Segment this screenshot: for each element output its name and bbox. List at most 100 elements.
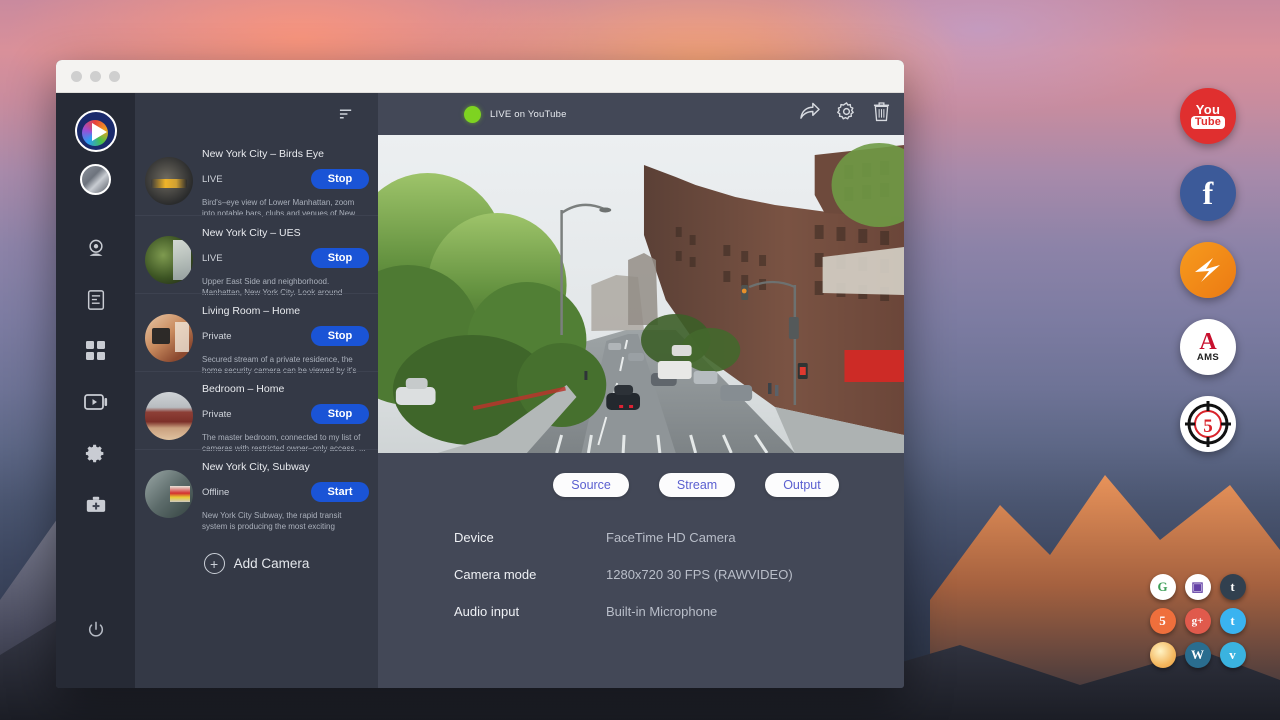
wordpress-glyph: W xyxy=(1191,647,1204,663)
window-titlebar xyxy=(56,60,904,93)
camera-title: New York City, Subway xyxy=(202,461,369,473)
property-value[interactable]: Built-in Microphone xyxy=(606,604,717,619)
trash-can-icon xyxy=(873,101,890,122)
trash-icon[interactable] xyxy=(873,101,890,127)
sidebar-item-settings[interactable] xyxy=(73,430,119,476)
camera-action-button[interactable]: Stop xyxy=(311,326,369,346)
twitch-glyph: ▣ xyxy=(1191,579,1203,595)
camera-action-button[interactable]: Stop xyxy=(311,169,369,189)
video-player-icon xyxy=(84,393,108,411)
camera-action-button[interactable]: Stop xyxy=(311,404,369,424)
camera-action-button[interactable]: Start xyxy=(311,482,369,502)
camera-title: New York City – UES xyxy=(202,227,369,239)
lightning-bolt-icon xyxy=(1189,251,1227,289)
svg-text:5: 5 xyxy=(1203,416,1213,437)
power-icon xyxy=(87,621,105,639)
camera-list-item[interactable]: Bedroom – Home Private Stop The master b… xyxy=(135,371,378,449)
video-frame xyxy=(378,135,904,453)
tab-output[interactable]: Output xyxy=(765,473,839,497)
settings-gear-icon xyxy=(836,101,857,122)
wowza-desktop-icon[interactable] xyxy=(1180,242,1236,298)
five-icon[interactable]: 5 xyxy=(1150,608,1176,634)
camera-status: Offline xyxy=(202,487,229,498)
property-value[interactable]: 1280x720 30 FPS (RAWVIDEO) xyxy=(606,567,793,582)
sidebar-item-cameras[interactable] xyxy=(73,226,119,272)
adobe-ams-desktop-icon[interactable]: A AMS xyxy=(1180,319,1236,375)
camera-action-button[interactable]: Stop xyxy=(311,248,369,268)
facebook-desktop-icon[interactable]: f xyxy=(1180,165,1236,221)
app-window: New York City – Birds Eye LIVE Stop Bird… xyxy=(56,60,904,688)
detail-tabs: Source Stream Output xyxy=(378,453,904,497)
five-glyph: 5 xyxy=(1159,613,1166,629)
gear-icon xyxy=(85,443,106,464)
camera-status: LIVE xyxy=(202,174,223,185)
wordpress-icon[interactable]: W xyxy=(1185,642,1211,668)
camera-list-item[interactable]: New York City – UES LIVE Stop Upper East… xyxy=(135,215,378,293)
sidebar-item-dashboard[interactable] xyxy=(73,328,119,374)
add-camera-label: Add Camera xyxy=(234,556,310,571)
toolbar-actions xyxy=(799,101,890,127)
tumblr-glyph: t xyxy=(1230,579,1234,595)
camera-thumbnail xyxy=(145,236,193,284)
source-properties: Device FaceTime HD Camera Camera mode 12… xyxy=(378,497,904,641)
main-toolbar: LIVE on YouTube xyxy=(378,93,904,135)
webcam-icon xyxy=(85,238,107,260)
camera-list-panel: New York City – Birds Eye LIVE Stop Bird… xyxy=(135,93,378,688)
g-glyph: G xyxy=(1157,579,1167,595)
grid-icon xyxy=(86,341,106,361)
youtube-tube-text: Tube xyxy=(1191,116,1225,129)
sidebar-item-logs[interactable] xyxy=(73,277,119,323)
sidebar-item-user-avatar[interactable] xyxy=(80,164,111,195)
live-status-label: LIVE on YouTube xyxy=(490,109,567,120)
share-icon[interactable] xyxy=(799,102,820,126)
plus-icon: + xyxy=(204,553,225,574)
g-icon[interactable]: G xyxy=(1150,574,1176,600)
twitch-icon[interactable]: ▣ xyxy=(1185,574,1211,600)
main-panel: LIVE on YouTube xyxy=(378,93,904,688)
live-status: LIVE on YouTube xyxy=(464,106,567,123)
property-row: Device FaceTime HD Camera xyxy=(454,530,904,545)
camera-title: New York City – Birds Eye xyxy=(202,148,369,160)
youtube-you-text: You xyxy=(1191,103,1225,116)
property-label: Audio input xyxy=(454,604,606,619)
sidebar-item-power[interactable] xyxy=(73,607,119,653)
youtube-desktop-icon[interactable]: You Tube xyxy=(1180,88,1236,144)
ams-label: AMS xyxy=(1197,352,1219,363)
camera-list-item[interactable]: New York City, Subway Offline Start New … xyxy=(135,449,378,527)
camera-list-item[interactable]: New York City – Birds Eye LIVE Stop Bird… xyxy=(135,137,378,215)
tab-source[interactable]: Source xyxy=(553,473,629,497)
maximize-button[interactable] xyxy=(109,71,120,82)
twitter-icon[interactable]: t xyxy=(1220,608,1246,634)
property-value[interactable]: FaceTime HD Camera xyxy=(606,530,736,545)
sidebar-item-support[interactable] xyxy=(73,481,119,527)
target-icon: 5 xyxy=(1183,399,1233,449)
camera-description: New York City Subway, the rapid transit … xyxy=(202,510,369,532)
gear-icon[interactable] xyxy=(836,101,857,127)
camera-list-item[interactable]: Living Room – Home Private Stop Secured … xyxy=(135,293,378,371)
google-plus-icon[interactable]: g+ xyxy=(1185,608,1211,634)
video-preview[interactable] xyxy=(378,135,904,453)
tab-stream[interactable]: Stream xyxy=(659,473,735,497)
minimize-button[interactable] xyxy=(90,71,101,82)
vimeo-icon[interactable]: v xyxy=(1220,642,1246,668)
property-row: Audio input Built-in Microphone xyxy=(454,604,904,619)
twitter-glyph: t xyxy=(1230,613,1234,629)
camera-thumbnail xyxy=(145,314,193,362)
sort-icon[interactable] xyxy=(326,107,366,121)
add-camera-button[interactable]: + Add Camera xyxy=(135,527,378,574)
camera-list-toolbar xyxy=(135,93,378,135)
first-aid-kit-icon xyxy=(85,495,107,514)
flickr-icon[interactable] xyxy=(1150,642,1176,668)
sidebar-item-app-logo[interactable] xyxy=(75,110,117,152)
adobe-a-letter: A xyxy=(1199,332,1216,352)
tumblr-icon[interactable]: t xyxy=(1220,574,1246,600)
sort-lines-icon xyxy=(339,107,354,121)
camera-status: LIVE xyxy=(202,253,223,264)
close-button[interactable] xyxy=(71,71,82,82)
sidebar-item-video[interactable] xyxy=(73,379,119,425)
vimeo-glyph: v xyxy=(1229,647,1236,663)
property-row: Camera mode 1280x720 30 FPS (RAWVIDEO) xyxy=(454,567,904,582)
share-arrow-icon xyxy=(799,102,820,121)
five-target-desktop-icon[interactable]: 5 xyxy=(1180,396,1236,452)
camera-status: Private xyxy=(202,331,232,342)
